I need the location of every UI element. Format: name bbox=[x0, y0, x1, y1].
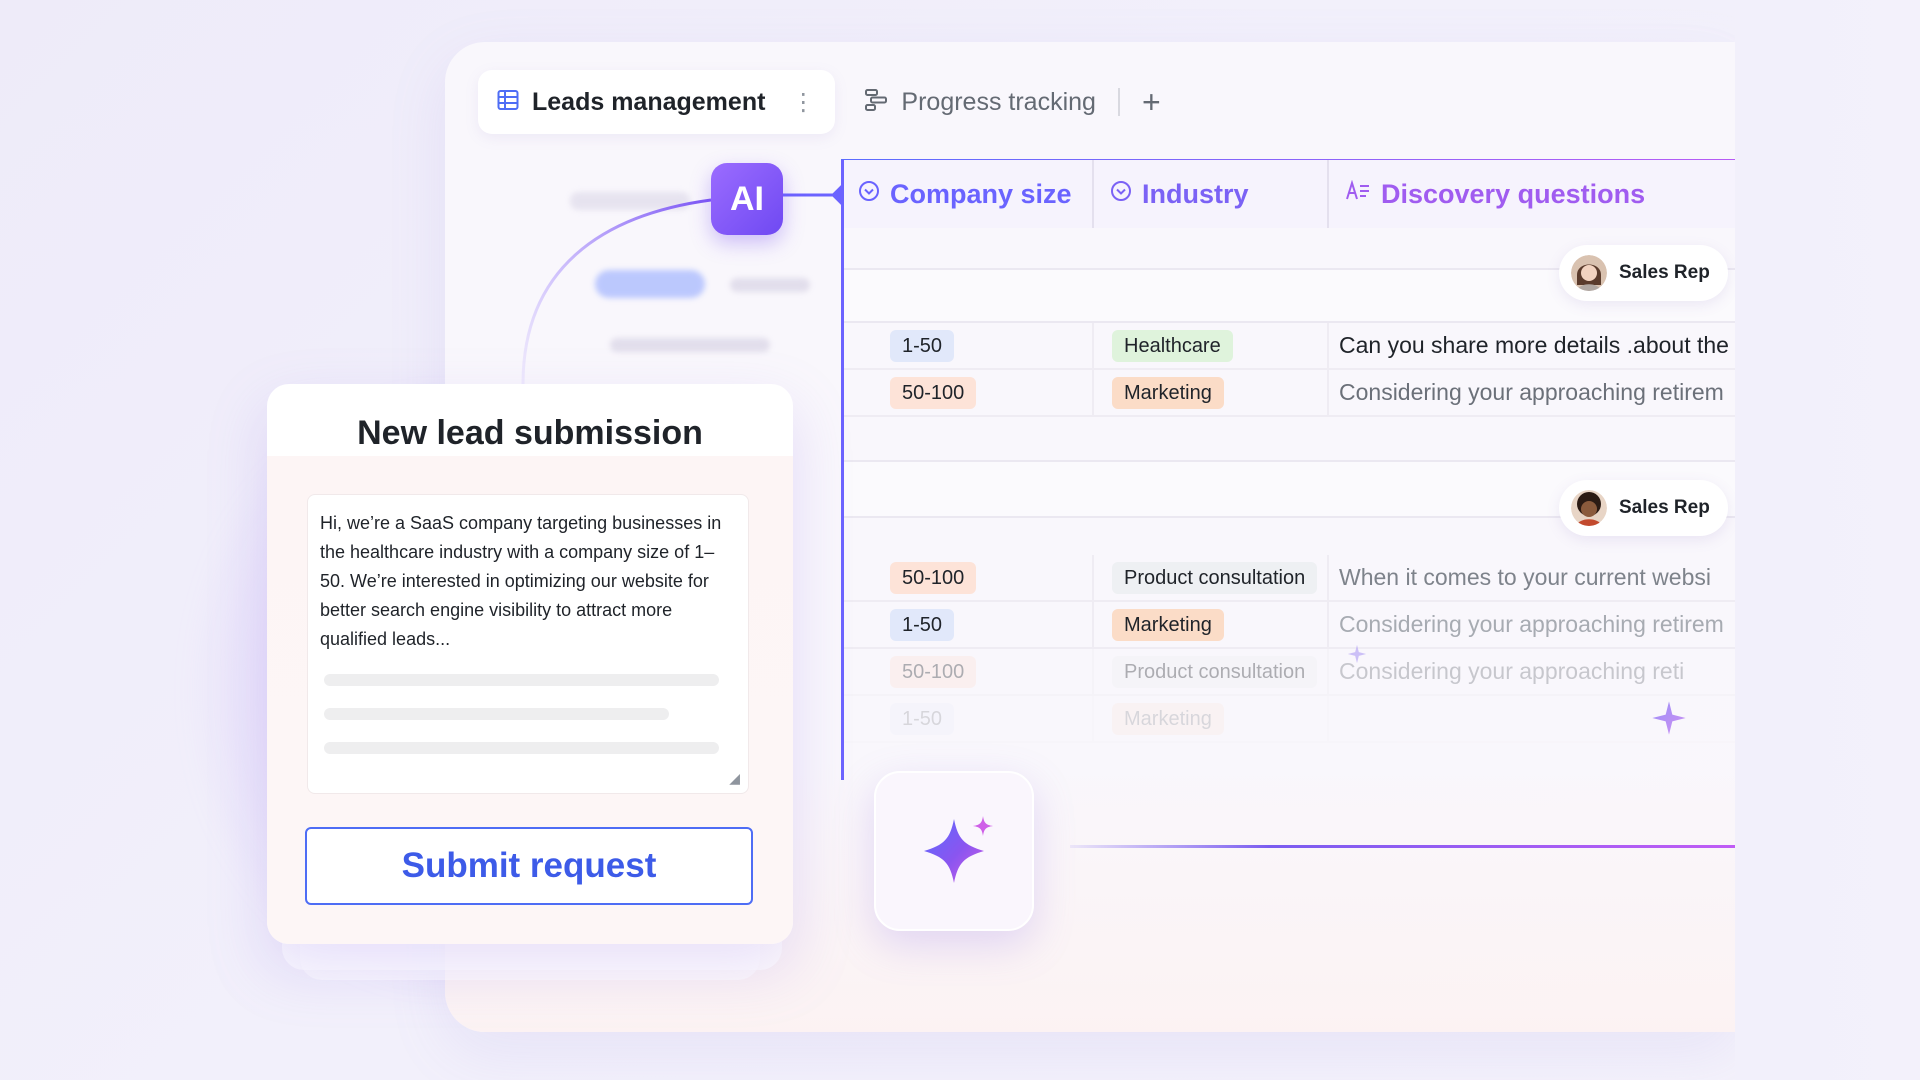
lead-message-text: Hi, we’re a SaaS company targeting busin… bbox=[320, 513, 722, 649]
avatar bbox=[1571, 255, 1607, 291]
table-icon bbox=[496, 88, 520, 117]
right-edge-fade bbox=[1735, 0, 1920, 1080]
submit-request-button[interactable]: Submit request bbox=[305, 827, 753, 905]
company-size-tag: 1-50 bbox=[890, 703, 955, 735]
table-row[interactable]: 50-100 Product consultation Considering … bbox=[844, 649, 1735, 696]
discovery-question-cell: Can you share more details .about the bbox=[1339, 332, 1729, 358]
industry-tag: Marketing bbox=[1112, 377, 1224, 409]
tab-progress-tracking[interactable]: Progress tracking bbox=[863, 87, 1096, 118]
resize-handle-icon[interactable]: ◢ bbox=[729, 770, 740, 787]
more-options-icon[interactable]: ⋮ bbox=[791, 88, 815, 117]
column-label: Discovery questions bbox=[1381, 178, 1646, 209]
column-label: Industry bbox=[1142, 178, 1249, 209]
assignee-chip[interactable]: Sales Rep bbox=[1559, 245, 1728, 301]
column-header-company-size[interactable]: Company size bbox=[844, 160, 1094, 228]
single-select-icon bbox=[1110, 180, 1132, 208]
avatar bbox=[1571, 490, 1607, 526]
industry-tag: Healthcare bbox=[1112, 330, 1233, 362]
company-size-tag: 1-50 bbox=[890, 330, 955, 362]
lead-message-textarea[interactable]: Hi, we’re a SaaS company targeting busin… bbox=[307, 494, 749, 794]
company-size-tag: 50-100 bbox=[890, 562, 977, 594]
blurred-column bbox=[480, 160, 840, 410]
company-size-tag: 50-100 bbox=[890, 377, 977, 409]
column-header-industry[interactable]: Industry bbox=[1094, 160, 1329, 228]
discovery-question-cell: Considering your approaching retirem bbox=[1339, 611, 1724, 637]
column-label: Company size bbox=[890, 178, 1072, 209]
sparkle-icon bbox=[924, 816, 993, 883]
table-row[interactable]: 1-50 Healthcare Can you share more detai… bbox=[844, 323, 1735, 370]
placeholder-line bbox=[324, 708, 669, 720]
industry-tag: Marketing bbox=[1112, 609, 1224, 641]
form-title: New lead submission bbox=[357, 414, 703, 452]
view-tab-bar: Leads management ⋮ Progress tracking + bbox=[478, 70, 1161, 134]
table-row[interactable]: 1-50 Marketing bbox=[844, 696, 1735, 743]
discovery-question-cell: Considering your approaching reti bbox=[1339, 658, 1685, 684]
connector-line bbox=[1070, 845, 1735, 848]
progress-icon bbox=[863, 87, 889, 118]
discovery-question-cell: Considering your approaching retirem bbox=[1339, 379, 1724, 405]
placeholder-line bbox=[324, 742, 719, 754]
industry-tag: Product consultation bbox=[1112, 656, 1318, 688]
discovery-question-cell: When it comes to your current websi bbox=[1339, 564, 1711, 590]
ai-sparkle-tile[interactable] bbox=[874, 771, 1034, 931]
ai-text-icon bbox=[1345, 179, 1371, 208]
sparkle-icon bbox=[1652, 701, 1686, 735]
data-grid: Company size Industry Discovery question… bbox=[841, 160, 1735, 780]
new-lead-form-card: New lead submission Hi, we’re a SaaS com… bbox=[267, 384, 793, 944]
assignee-name: Sales Rep bbox=[1619, 262, 1710, 283]
company-size-tag: 50-100 bbox=[890, 656, 977, 688]
ai-badge[interactable]: AI bbox=[711, 163, 783, 235]
add-view-button[interactable]: + bbox=[1142, 86, 1161, 118]
tab-label: Progress tracking bbox=[901, 87, 1096, 116]
placeholder-line bbox=[324, 674, 719, 686]
tab-label: Leads management bbox=[532, 87, 766, 116]
industry-tag: Marketing bbox=[1112, 703, 1224, 735]
assignee-name: Sales Rep bbox=[1619, 497, 1710, 518]
table-row[interactable]: 1-50 Marketing Considering your approach… bbox=[844, 602, 1735, 649]
table-row[interactable]: 50-100 Product consultation When it come… bbox=[844, 555, 1735, 602]
industry-tag: Product consultation bbox=[1112, 562, 1318, 594]
sparkle-icon bbox=[1347, 644, 1367, 664]
assignee-chip[interactable]: Sales Rep bbox=[1559, 480, 1728, 536]
column-header-discovery-questions[interactable]: Discovery questions bbox=[1329, 160, 1735, 228]
tab-leads-management[interactable]: Leads management ⋮ bbox=[478, 70, 836, 134]
company-size-tag: 1-50 bbox=[890, 609, 955, 641]
single-select-icon bbox=[858, 180, 880, 208]
tab-divider bbox=[1117, 88, 1120, 116]
table-row[interactable]: 50-100 Marketing Considering your approa… bbox=[844, 370, 1735, 417]
